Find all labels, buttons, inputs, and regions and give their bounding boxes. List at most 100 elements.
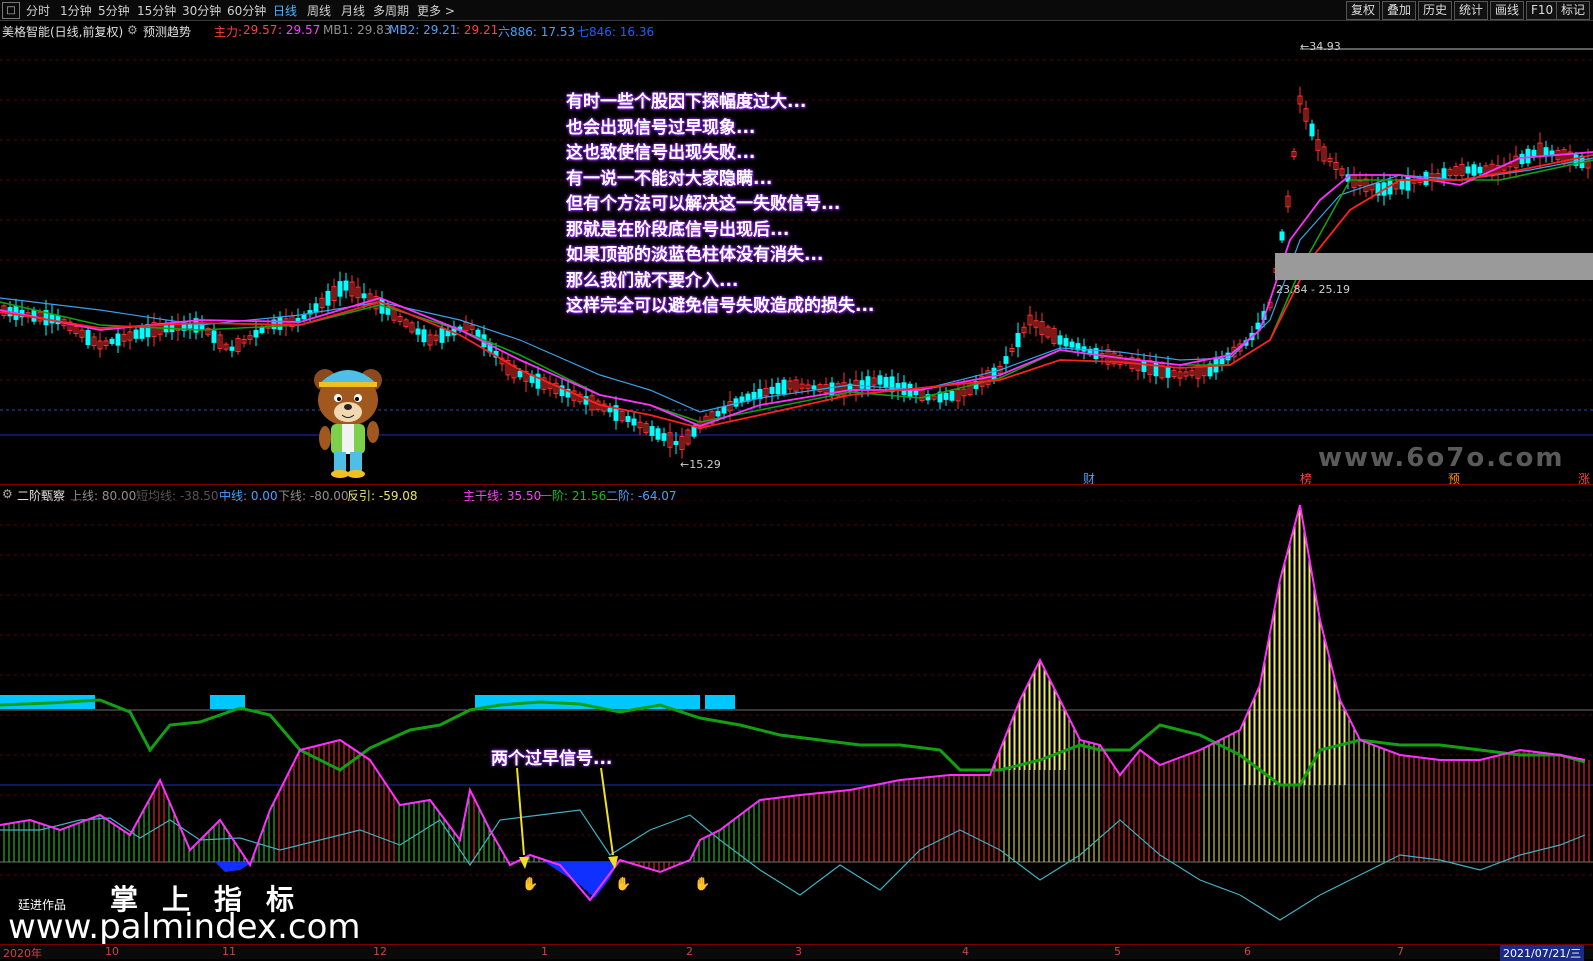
period-tab-30min[interactable]: 30分钟 (182, 2, 221, 19)
candle-body (109, 338, 115, 344)
qi-value: 七846: 16.36 (577, 25, 655, 39)
period-tab-daily[interactable]: 日线 (273, 2, 297, 19)
candle-body (625, 416, 631, 422)
period-tab-fenshi[interactable]: 分时 (26, 2, 50, 19)
early-signal-zone (215, 862, 252, 872)
mark-button[interactable]: 标记 (1556, 1, 1591, 20)
date-label: 2020年 (3, 947, 42, 960)
candle-body (631, 418, 637, 426)
candle-body (1165, 366, 1171, 378)
candle-body (259, 327, 265, 333)
annotation-line: 也会出现信号过早现象... (566, 117, 756, 138)
candle-body (301, 314, 307, 320)
current-date-label: 2021/07/21/三 (1500, 945, 1585, 961)
candle-body (655, 428, 661, 440)
period-tab-weekly[interactable]: 周线 (307, 2, 331, 19)
mb2-value: MB2: 29.21 (389, 23, 458, 37)
candle-body (949, 390, 955, 401)
candle-body (1471, 164, 1477, 176)
annotation-line: 这样完全可以避免信号失败造成的损失... (566, 296, 875, 316)
liu-value: 六886: 17.53 (498, 25, 576, 39)
draw-line-button[interactable]: 画线 (1490, 1, 1525, 20)
candle-body (673, 440, 679, 446)
annotation-line: 那么我们就不要介入... (566, 270, 739, 291)
candle-body (751, 391, 757, 400)
candle-body (1477, 166, 1483, 174)
candle-body (211, 330, 217, 343)
candle-body (859, 380, 865, 389)
date-label: 1 (541, 945, 548, 958)
candle-body (883, 377, 889, 388)
price-gap-zone (1275, 253, 1593, 280)
candle-body (661, 433, 667, 441)
early-signal-zone (545, 862, 618, 898)
candle-body (229, 346, 235, 351)
candle-body (1279, 231, 1285, 241)
date-label: 11 (222, 945, 236, 958)
date-label: 6 (1244, 945, 1251, 958)
period-tab-monthly[interactable]: 月线 (341, 2, 365, 19)
candle-body (1003, 356, 1009, 364)
f10-button[interactable]: F10 (1526, 1, 1559, 20)
fuquan-button[interactable]: 复权 (1346, 1, 1381, 20)
candle-body (865, 376, 871, 390)
candle-body (721, 406, 727, 414)
indicator-settings-icon[interactable]: ⚙ (2, 487, 13, 501)
annotation-line: 但有个方法可以解决这一失败信号... (566, 194, 841, 214)
candle-body (415, 328, 421, 335)
cyan-bar-block (705, 695, 735, 709)
candle-body (133, 329, 139, 339)
predict-trend-label[interactable]: 预测趋势 (143, 23, 191, 40)
period-tab-15min[interactable]: 15分钟 (137, 2, 176, 19)
annotation-line: 有一说一不能对大家隐瞒... (566, 168, 773, 189)
mb1-value: MB1: 29.83 (323, 23, 392, 37)
candle-body (607, 407, 613, 413)
candle-body (1069, 341, 1075, 348)
candle-body (187, 323, 193, 329)
candle-body (733, 398, 739, 407)
candle-body (253, 329, 259, 338)
menu-square-icon[interactable]: □ (2, 2, 20, 19)
zhuli-value-2: : 29.57 (278, 23, 321, 37)
zhuli-value: 29.57 (243, 23, 278, 37)
period-tab-1min[interactable]: 1分钟 (60, 2, 92, 19)
high-price-label: ←34.93 (1300, 40, 1341, 53)
candle-body (775, 382, 781, 395)
annotation-line: 如果顶部的淡蓝色柱体没有消失... (566, 245, 824, 265)
panel-separator (0, 484, 1593, 485)
candle-body (139, 325, 145, 339)
period-tab-5min[interactable]: 5分钟 (98, 2, 130, 19)
period-tab-multi[interactable]: 多周期 (373, 2, 409, 19)
candle-body (781, 379, 787, 394)
predict-icon[interactable]: ⚙ (127, 23, 138, 37)
candle-body (1543, 147, 1549, 157)
candle-body (877, 375, 883, 385)
period-tab-60min[interactable]: 60分钟 (227, 2, 266, 19)
candle-body (1153, 361, 1159, 377)
candle-body (343, 280, 349, 291)
history-button[interactable]: 历史 (1418, 1, 1453, 20)
candle-body (277, 316, 283, 330)
candle-body (1309, 123, 1315, 137)
candle-body (1531, 149, 1537, 157)
overlay-button[interactable]: 叠加 (1382, 1, 1417, 20)
candle-body (1405, 175, 1411, 191)
candle-body (313, 303, 319, 312)
candle-body (811, 385, 817, 390)
main-chart-infobar: 美格智能(日线,前复权) ⚙ 预测趋势 主力: 29.57 : 29.57 MB… (0, 21, 1593, 39)
candle-body (337, 281, 343, 297)
candle-body (1015, 333, 1021, 347)
period-tab-more[interactable]: 更多 > (417, 2, 455, 19)
candle-body (85, 329, 91, 346)
zhuli-label: 主力: (214, 25, 243, 39)
candle-body (739, 396, 745, 403)
candle-body (1255, 322, 1261, 330)
candle-body (1219, 357, 1225, 365)
site-url: www.palmindex.com (8, 907, 361, 947)
candle-body (1141, 360, 1147, 372)
candle-body (1399, 179, 1405, 190)
candle-body (439, 328, 445, 343)
statistics-button[interactable]: 统计 (1454, 1, 1489, 20)
candle-body (325, 290, 331, 306)
candle-body (1441, 168, 1447, 180)
